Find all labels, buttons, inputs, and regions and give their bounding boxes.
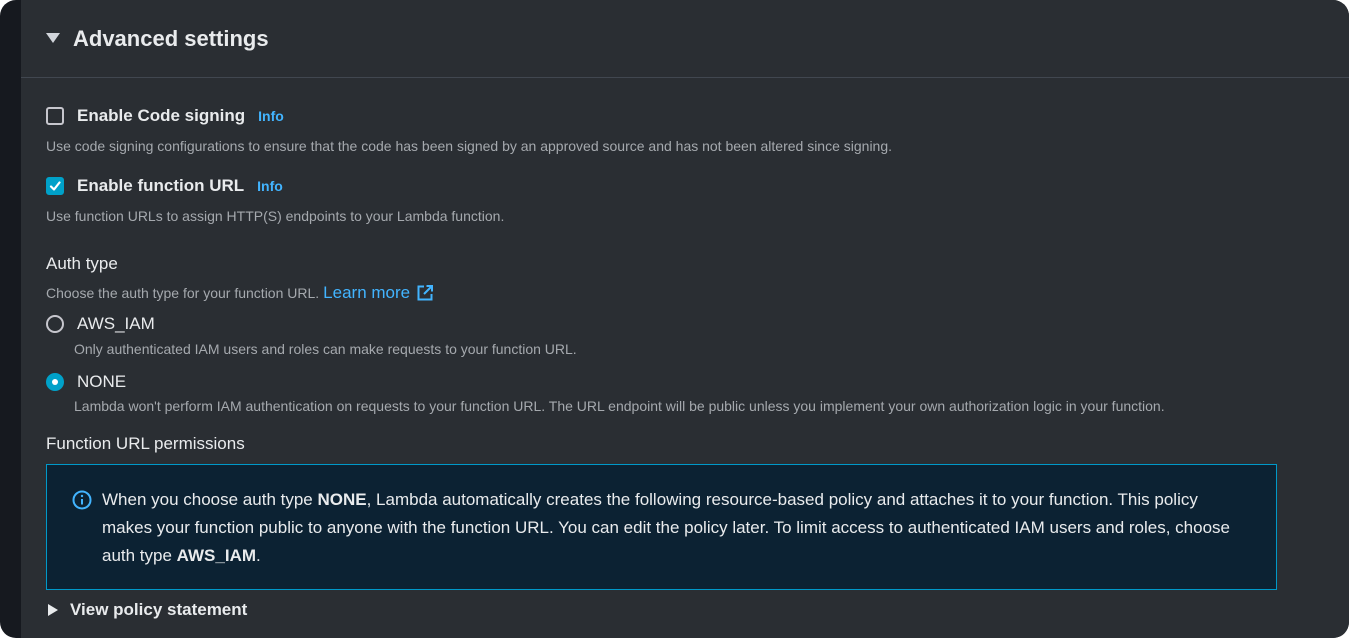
section-title: Advanced settings [73,25,269,51]
advanced-settings-panel: Advanced settings Enable Code signing In… [21,0,1349,638]
alert-text-1: When you choose auth type [102,490,318,509]
aws-iam-radio[interactable] [46,315,64,333]
view-policy-toggle[interactable]: View policy statement [48,600,247,620]
code-signing-info-link[interactable]: Info [258,108,284,124]
aws-iam-description: Only authenticated IAM users and roles c… [74,341,577,357]
code-signing-label: Enable Code signing [77,106,246,125]
external-link-icon [417,285,434,301]
permissions-alert: When you choose auth type NONE, Lambda a… [46,464,1277,590]
none-label: NONE [77,372,127,391]
auth-type-description: Choose the auth type for your function U… [46,285,320,301]
learn-more-label: Learn more [323,283,411,302]
alert-bold-none: NONE [317,490,367,509]
none-description: Lambda won't perform IAM authentication … [74,398,1165,414]
caret-down-icon [46,32,60,43]
checkmark-icon [49,181,61,191]
info-circle-icon [72,490,92,510]
function-url-label: Enable function URL [77,176,245,195]
auth-type-description-row: Choose the auth type for your function U… [46,283,434,303]
function-url-checkbox[interactable] [46,177,64,195]
advanced-settings-header[interactable]: Advanced settings [21,0,1349,78]
auth-option-aws-iam[interactable]: AWS_IAM [46,314,155,334]
alert-bold-aws-iam: AWS_IAM [176,546,257,565]
permissions-label: Function URL permissions [46,434,245,453]
code-signing-description: Use code signing configurations to ensur… [46,138,893,154]
learn-more-link[interactable]: Learn more [323,283,434,303]
app-frame: Advanced settings Enable Code signing In… [0,0,1349,638]
caret-right-icon [48,604,58,616]
aws-iam-label: AWS_IAM [77,314,155,333]
alert-text-3: . [256,546,261,565]
function-url-info-link[interactable]: Info [257,178,283,194]
function-url-row: Enable function URL Info [46,176,283,196]
code-signing-checkbox[interactable] [46,107,64,125]
auth-option-none[interactable]: NONE [46,372,126,392]
auth-type-label: Auth type [46,254,118,273]
none-radio[interactable] [46,373,64,391]
function-url-description: Use function URLs to assign HTTP(S) endp… [46,208,505,224]
view-policy-label: View policy statement [70,600,248,619]
code-signing-row: Enable Code signing Info [46,106,284,126]
